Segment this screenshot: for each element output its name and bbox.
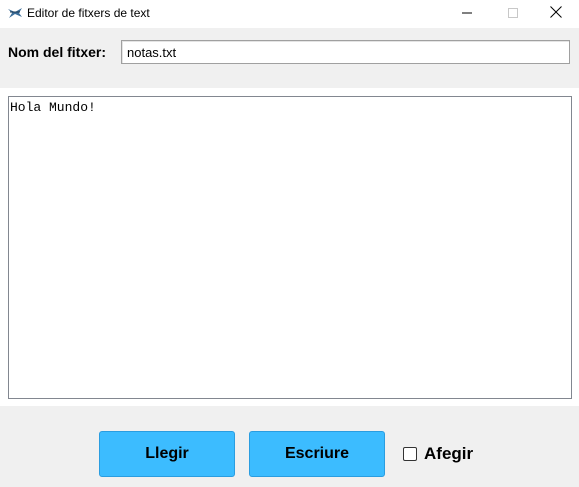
feather-icon xyxy=(7,6,23,20)
filename-input[interactable] xyxy=(121,40,570,64)
minimize-icon xyxy=(462,5,472,23)
append-option[interactable]: Afegir xyxy=(403,443,473,465)
filename-label: Nom del fitxer: xyxy=(8,44,107,60)
append-label: Afegir xyxy=(424,444,474,463)
close-button[interactable] xyxy=(533,0,579,28)
append-checkbox[interactable] xyxy=(403,447,417,461)
app-window: Editor de fitxers de text Nom del fitxer… xyxy=(0,0,579,487)
read-button[interactable]: Llegir xyxy=(99,431,235,477)
window-title: Editor de fitxers de text xyxy=(27,6,150,20)
maximize-button[interactable] xyxy=(490,0,536,28)
close-icon xyxy=(550,5,562,23)
text-editor[interactable]: Hola Mundo! xyxy=(8,96,572,399)
title-bar: Editor de fitxers de text xyxy=(0,0,579,28)
write-button[interactable]: Escriure xyxy=(249,431,385,477)
minimize-button[interactable] xyxy=(444,0,490,28)
maximize-icon xyxy=(508,5,518,23)
